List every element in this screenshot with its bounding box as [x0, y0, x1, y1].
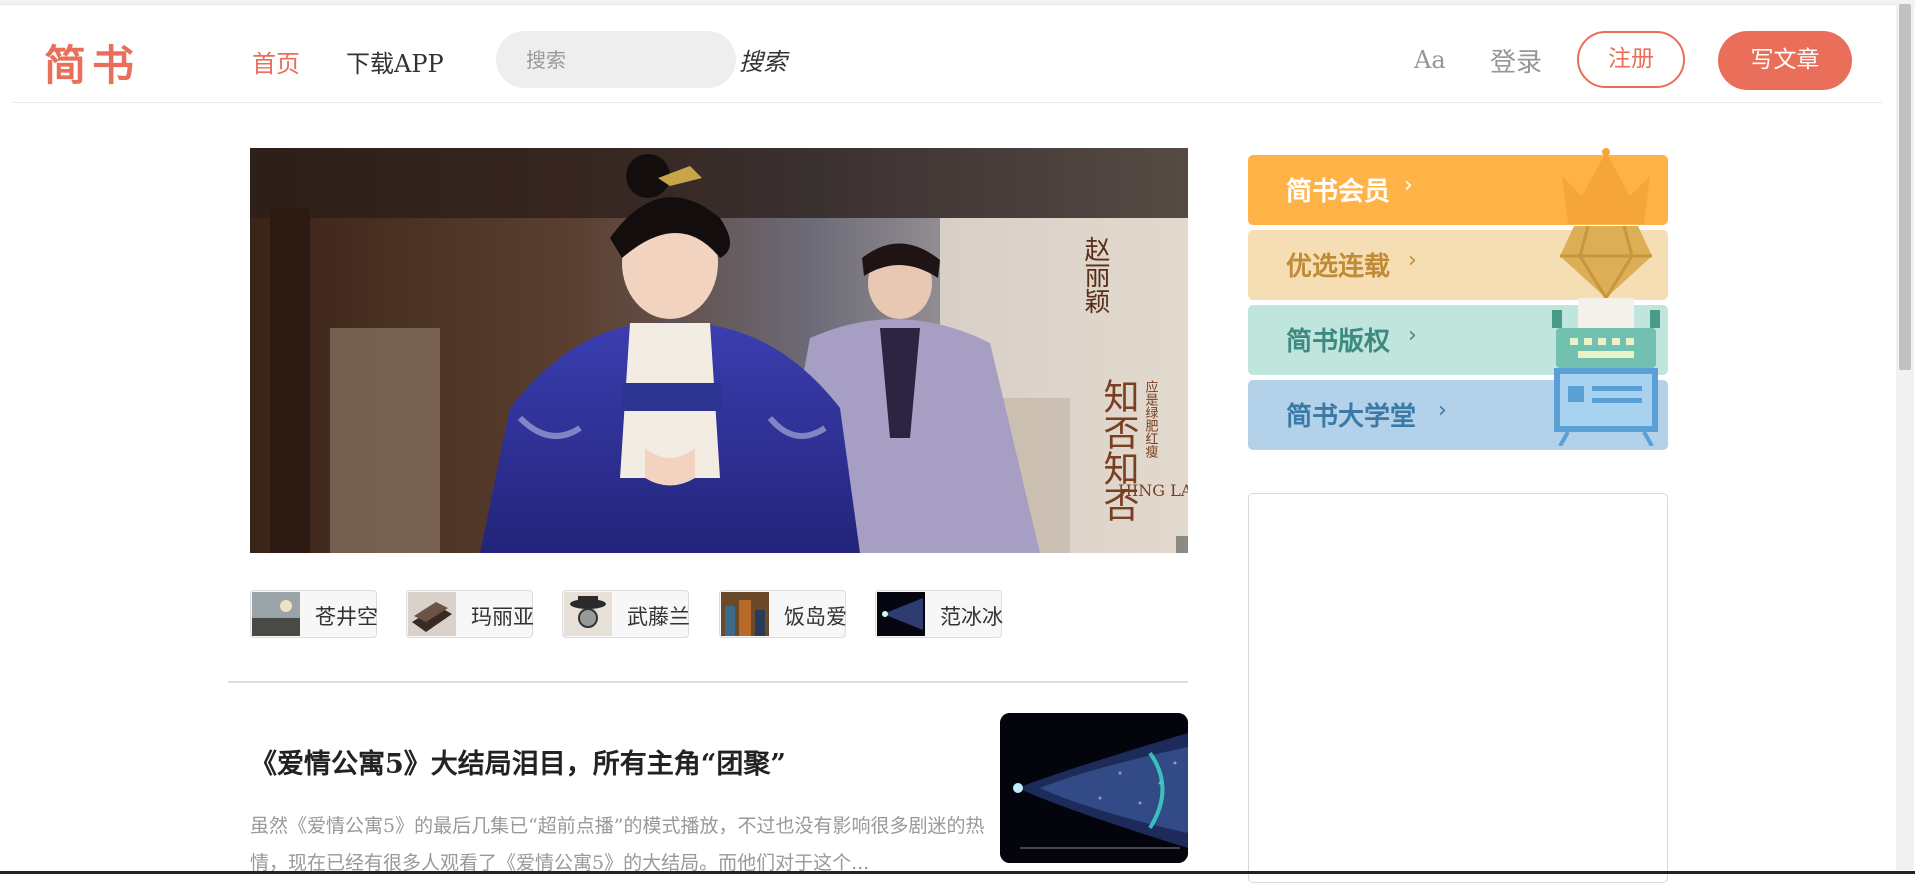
tag-label: 苍井空 — [315, 605, 378, 629]
whiteboard-icon — [1554, 368, 1658, 447]
article-thumbnail[interactable] — [1000, 713, 1188, 863]
tag-label: 玛丽亚 — [471, 605, 534, 629]
search-box — [496, 31, 736, 88]
seaside-thumbnail-icon — [252, 592, 300, 636]
banner-drama-subtitle: 应是绿肥红瘦 — [1143, 379, 1159, 458]
sidebar-card-label: 简书会员 — [1286, 177, 1391, 207]
diamond-icon — [1560, 225, 1652, 301]
sidebar-card-label: 优选连载 — [1286, 252, 1391, 282]
tag-chip[interactable]: 饭岛爱 — [719, 590, 847, 638]
vertical-scrollbar[interactable] — [1896, 4, 1914, 870]
write-article-button[interactable]: 写文章 — [1718, 31, 1852, 90]
sidebar-illustrations — [1548, 146, 1664, 447]
nav-home-link[interactable]: 首页 — [252, 44, 300, 79]
register-button[interactable]: 注册 — [1577, 31, 1685, 88]
universe-thumbnail-icon — [877, 592, 925, 636]
books-thumbnail-icon — [408, 592, 456, 636]
site-logo[interactable]: 简书 — [44, 32, 140, 93]
top-navbar: 简书 首页 下载APP 搜索 Aa 登录 注册 写文章 — [12, 4, 1882, 103]
login-link[interactable]: 登录 — [1490, 42, 1542, 79]
nav-download-app-link[interactable]: 下载APP — [346, 44, 444, 79]
banner-drama-latin: HING LAN — [1118, 481, 1188, 500]
chevron-right-icon: › — [1404, 173, 1413, 198]
search-button[interactable]: 搜索 — [739, 42, 787, 77]
sidebar-card-label: 简书大学堂 — [1286, 402, 1417, 432]
banner-actor-name: 赵丽颖 — [1080, 236, 1110, 314]
sidebar-card-label: 简书版权 — [1286, 327, 1391, 357]
tag-label: 范冰冰 — [940, 605, 1003, 629]
scrollbar-thumb[interactable] — [1899, 4, 1911, 370]
typewriter-icon — [1552, 298, 1660, 368]
detective-thumbnail-icon — [564, 592, 612, 636]
tag-label: 饭岛爱 — [784, 605, 847, 629]
banner-image: 赵丽颖 知否知否 应是绿肥红瘦 HING LAN — [250, 148, 1188, 553]
city-thumbnail-icon — [721, 592, 769, 636]
chevron-right-icon: › — [1438, 398, 1447, 423]
banner-drama-title: 知否知否 — [1098, 378, 1139, 522]
tag-chip[interactable]: 范冰冰 — [875, 590, 1003, 638]
section-divider — [228, 681, 1188, 683]
crown-icon — [1562, 148, 1650, 224]
chevron-right-icon: › — [1408, 323, 1417, 348]
universe-timeline-image — [1000, 713, 1188, 863]
sidebar-ad-placeholder — [1248, 493, 1668, 883]
article-title-link[interactable]: 《爱情公寓5》大结局泪目，所有主角“团聚” — [250, 742, 786, 781]
tag-label: 武藤兰 — [627, 605, 690, 629]
search-input[interactable] — [526, 31, 716, 88]
chevron-right-icon: › — [1408, 248, 1417, 273]
tag-chip[interactable]: 玛丽亚 — [406, 590, 534, 638]
tag-chip[interactable]: 苍井空 — [250, 590, 378, 638]
font-size-toggle[interactable]: Aa — [1414, 46, 1446, 74]
tag-chip[interactable]: 武藤兰 — [562, 590, 690, 638]
banner-carousel[interactable]: 赵丽颖 知否知否 应是绿肥红瘦 HING LAN — [250, 148, 1188, 553]
